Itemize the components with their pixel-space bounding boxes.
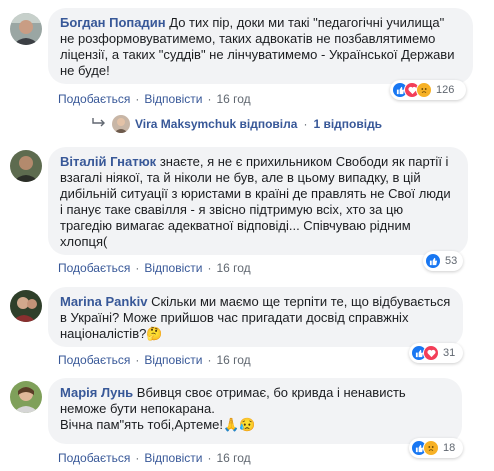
comment-actions: Подобається · Відповісти · 16 год — [58, 92, 251, 106]
sad-reaction-icon — [423, 440, 439, 456]
reaction-count: 126 — [436, 84, 455, 96]
replied-label: відповіла — [239, 117, 298, 131]
timestamp[interactable]: 16 год — [216, 92, 250, 106]
reaction-count: 31 — [443, 347, 456, 359]
reactions-badge[interactable]: 18 — [409, 438, 463, 458]
avatar[interactable] — [10, 290, 42, 322]
comment-bubble: Marina Pankiv Скільки ми маємо ще терпіт… — [48, 287, 463, 347]
avatar[interactable] — [10, 381, 42, 413]
reaction-count: 53 — [445, 255, 458, 267]
comment-bubble: Богдан Попадин До тих пір, доки ми такі … — [48, 8, 473, 84]
avatar — [112, 115, 130, 133]
timestamp[interactable]: 16 год — [216, 451, 250, 465]
comment-actions: Подобається · Відповісти · 16 год — [58, 451, 251, 465]
comment-author[interactable]: Марія Лунь — [60, 385, 133, 400]
comment-author[interactable]: Віталій Гнатюк — [60, 154, 156, 169]
comment-actions: Подобається · Відповісти · 16 год — [58, 261, 251, 275]
avatar[interactable] — [10, 13, 42, 45]
comment-author[interactable]: Marina Pankiv — [60, 294, 147, 309]
avatar[interactable] — [10, 150, 42, 182]
reply-link[interactable]: Відповісти — [144, 92, 202, 106]
timestamp[interactable]: 16 год — [216, 261, 250, 275]
reply-link[interactable]: Відповісти — [144, 261, 202, 275]
reaction-count: 18 — [443, 442, 456, 454]
comment-bubble: Віталій Гнатюк знаєте, я не є прихильник… — [48, 147, 468, 255]
comment-author[interactable]: Богдан Попадин — [60, 15, 166, 30]
comment-actions: Подобається · Відповісти · 16 год — [58, 353, 251, 367]
timestamp[interactable]: 16 год — [216, 353, 250, 367]
like-link[interactable]: Подобається — [58, 451, 130, 465]
comment-bubble: Марія Лунь Вбивця своє отримає, бо кривд… — [48, 378, 462, 444]
reply-arrow-icon — [92, 117, 106, 132]
like-link[interactable]: Подобається — [58, 92, 130, 106]
like-reaction-icon — [425, 253, 441, 269]
reactions-badge[interactable]: 31 — [409, 343, 463, 363]
reply-count[interactable]: 1 відповідь — [313, 117, 382, 131]
reply-author[interactable]: Vira Maksymchuk — [135, 117, 236, 131]
like-link[interactable]: Подобається — [58, 353, 130, 367]
reply-link[interactable]: Відповісти — [144, 353, 202, 367]
love-reaction-icon — [423, 345, 439, 361]
view-replies-link[interactable]: Vira Maksymchuk відповіла · 1 відповідь — [92, 115, 382, 133]
sad-reaction-icon — [416, 82, 432, 98]
reactions-badge[interactable]: 53 — [423, 251, 463, 271]
reply-link[interactable]: Відповісти — [144, 451, 202, 465]
like-link[interactable]: Подобається — [58, 261, 130, 275]
reactions-badge[interactable]: 126 — [390, 80, 466, 100]
comment-text-line2: Вічна пам"ять тобі,Артеме!🙏😥 — [60, 417, 256, 432]
